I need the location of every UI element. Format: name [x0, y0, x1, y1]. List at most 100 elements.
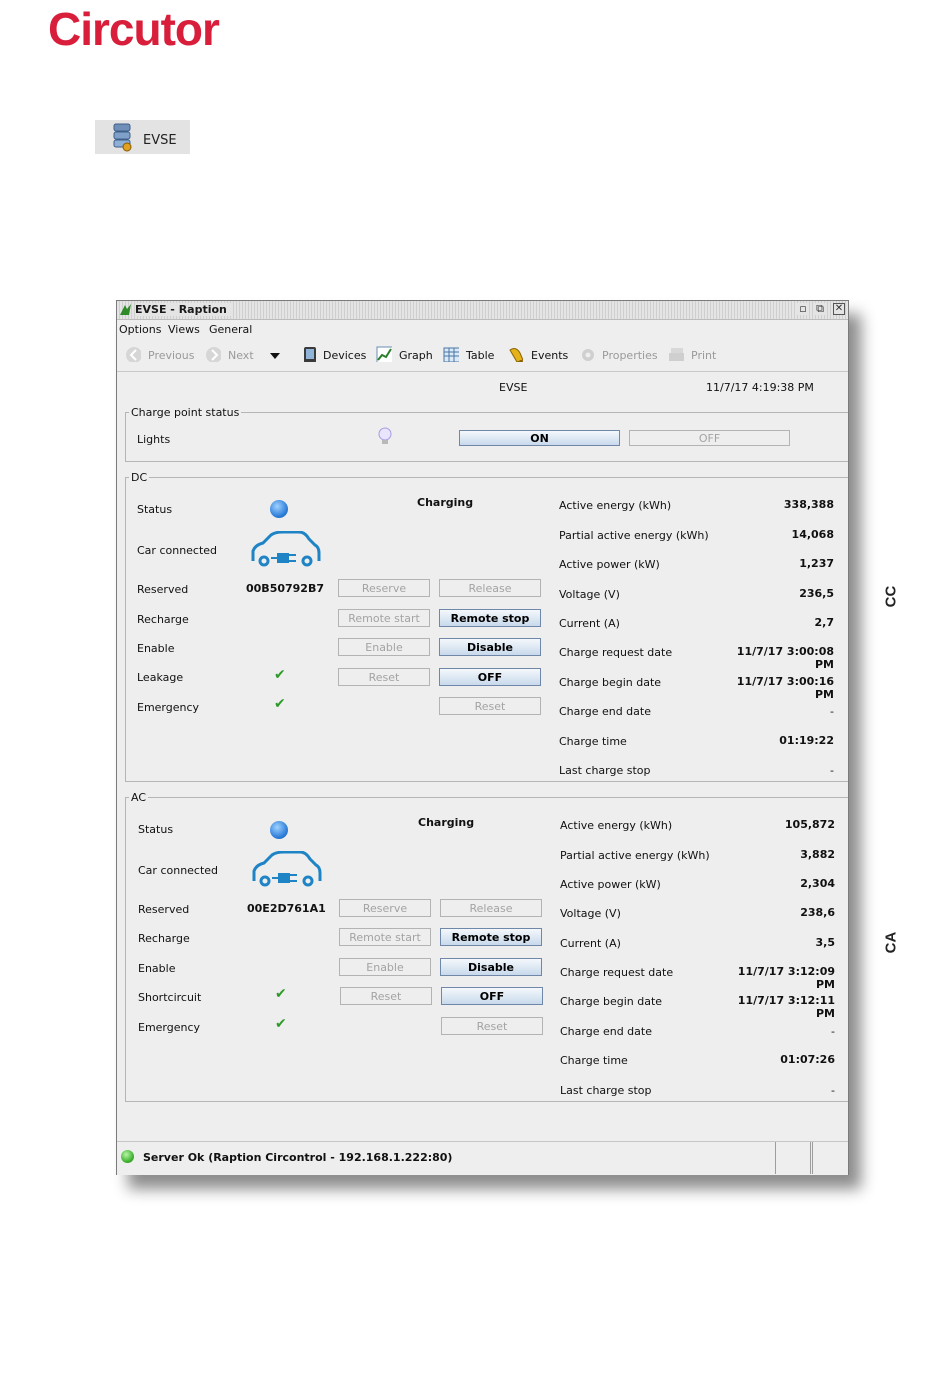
- charge-point-status-legend: Charge point status: [129, 406, 242, 419]
- dc-leakage-label: Leakage: [137, 671, 184, 684]
- ac-measure-value: 2,304: [800, 877, 835, 890]
- ac-measure-label: Active power (kW): [560, 878, 661, 891]
- graph-icon: [376, 346, 392, 362]
- app-icon: [120, 304, 131, 315]
- server-ok-led-icon: [121, 1150, 134, 1163]
- lights-on-button[interactable]: ON: [459, 430, 620, 446]
- dc-measure-value: 338,388: [783, 498, 834, 511]
- dc-enable-button[interactable]: Enable: [338, 638, 430, 656]
- ac-remote-start-button[interactable]: Remote start: [339, 928, 431, 946]
- table-button[interactable]: Table: [466, 349, 494, 362]
- dc-remote-start-button[interactable]: Remote start: [338, 609, 430, 627]
- ac-measure-label: Charge end date: [560, 1025, 652, 1038]
- ac-measure-value: -: [831, 1084, 835, 1097]
- menu-bar: Options Views General: [117, 320, 848, 338]
- menu-views[interactable]: Views: [168, 323, 200, 336]
- properties-gear-icon: [582, 349, 594, 361]
- ac-enable-button[interactable]: Enable: [339, 958, 431, 976]
- close-icon[interactable]: ✕: [833, 303, 845, 315]
- dc-enable-label: Enable: [137, 642, 175, 655]
- dc-leakage-reset-button[interactable]: Reset: [338, 668, 430, 686]
- events-button[interactable]: Events: [531, 349, 568, 362]
- ac-enable-label: Enable: [138, 962, 176, 975]
- ac-disable-button[interactable]: Disable: [440, 958, 542, 976]
- ac-emergency-label: Emergency: [138, 1021, 201, 1034]
- side-label-ca: CA: [882, 931, 900, 954]
- dc-measure-label: Current (A): [559, 617, 620, 630]
- ac-measure-value: -: [831, 1025, 835, 1038]
- dc-reserved-id: 00B50792B7: [246, 582, 324, 595]
- status-bar: Server Ok (Raption Circontrol - 192.168.…: [117, 1141, 848, 1175]
- graph-button[interactable]: Graph: [399, 349, 433, 362]
- dc-emergency-label: Emergency: [137, 701, 200, 714]
- dc-release-button[interactable]: Release: [439, 579, 541, 597]
- ac-measure-label: Active energy (kWh): [560, 819, 673, 832]
- ac-reserved-label: Reserved: [138, 903, 190, 916]
- toolbar: Previous Next Devices Graph Table Events…: [117, 339, 848, 372]
- dc-measure-label: Charge end date: [559, 705, 651, 718]
- dc-measure-label: Charge request date: [559, 646, 673, 659]
- print-button[interactable]: Print: [691, 349, 716, 362]
- ac-shortcircuit-label: Shortcircuit: [138, 991, 202, 1004]
- minimize-icon[interactable]: ▫: [797, 303, 809, 315]
- next-icon: [206, 347, 221, 362]
- ac-shortcircuit-reset-button[interactable]: Reset: [340, 987, 432, 1005]
- title-bar[interactable]: EVSE - Raption ▫ ⧉ ✕: [117, 301, 848, 320]
- devices-icon: [304, 347, 316, 362]
- dc-measure-label: Voltage (V): [559, 588, 620, 601]
- dc-leakage-off-button[interactable]: OFF: [439, 668, 541, 686]
- window-title: EVSE - Raption: [135, 303, 231, 316]
- ac-measure-value: 105,872: [784, 818, 835, 831]
- status-cell: [812, 1142, 847, 1174]
- ac-measure-label: Charge request date: [560, 966, 674, 979]
- status-cell: [775, 1142, 811, 1174]
- dc-measure-label: Charge time: [559, 735, 627, 748]
- chevron-down-icon[interactable]: [270, 353, 280, 359]
- ac-measure-label: Partial active energy (kWh): [560, 849, 710, 862]
- evse-launcher-label: EVSE: [143, 133, 177, 148]
- dc-remote-stop-button[interactable]: Remote stop: [439, 609, 541, 627]
- ac-reserve-button[interactable]: Reserve: [339, 899, 431, 917]
- dc-measure-value: 1,237: [799, 557, 834, 570]
- ac-remote-stop-button[interactable]: Remote stop: [440, 928, 542, 946]
- dc-measure-label: Active energy (kWh): [559, 499, 672, 512]
- ac-measure-label: Current (A): [560, 937, 621, 950]
- dc-measure-value: -: [830, 764, 834, 777]
- ac-measure-value: 238,6: [800, 906, 835, 919]
- ac-release-button[interactable]: Release: [440, 899, 542, 917]
- devices-button[interactable]: Devices: [323, 349, 366, 362]
- ac-emergency-reset-button[interactable]: Reset: [441, 1017, 543, 1035]
- next-button[interactable]: Next: [228, 349, 254, 362]
- dc-recharge-label: Recharge: [137, 613, 189, 626]
- dc-measure-value: 14,068: [791, 528, 834, 541]
- ac-shortcircuit-check-icon: ✔: [275, 986, 287, 1002]
- menu-options[interactable]: Options: [119, 323, 161, 336]
- previous-icon: [126, 347, 141, 362]
- circutor-logo: Circutor: [48, 3, 220, 55]
- properties-button[interactable]: Properties: [602, 349, 658, 362]
- lights-off-button[interactable]: OFF: [629, 430, 790, 446]
- dc-measure-label: Partial active energy (kWh): [559, 529, 709, 542]
- ac-legend: AC: [129, 791, 149, 804]
- restore-icon[interactable]: ⧉: [814, 303, 826, 315]
- device-name: EVSE: [499, 381, 528, 394]
- ac-shortcircuit-off-button[interactable]: OFF: [441, 987, 543, 1005]
- dc-status-indicator-icon: [270, 500, 288, 518]
- dc-emergency-reset-button[interactable]: Reset: [439, 697, 541, 715]
- ac-car-plug-icon: [252, 851, 322, 887]
- lightbulb-icon: [378, 427, 392, 444]
- ac-measure-label: Charge time: [560, 1054, 628, 1067]
- ac-measure-label: Voltage (V): [560, 907, 621, 920]
- side-label-cc: CC: [882, 585, 900, 608]
- dc-reserve-button[interactable]: Reserve: [338, 579, 430, 597]
- dc-disable-button[interactable]: Disable: [439, 638, 541, 656]
- ac-status-value: Charging: [418, 816, 475, 829]
- dc-measure-value: 236,5: [799, 587, 834, 600]
- ac-car-connected-label: Car connected: [138, 864, 219, 877]
- dc-measure-label: Last charge stop: [559, 764, 651, 777]
- table-icon: [443, 347, 459, 362]
- dc-legend: DC: [129, 471, 150, 484]
- print-icon: [669, 348, 684, 361]
- previous-button[interactable]: Previous: [148, 349, 195, 362]
- menu-general[interactable]: General: [209, 323, 252, 336]
